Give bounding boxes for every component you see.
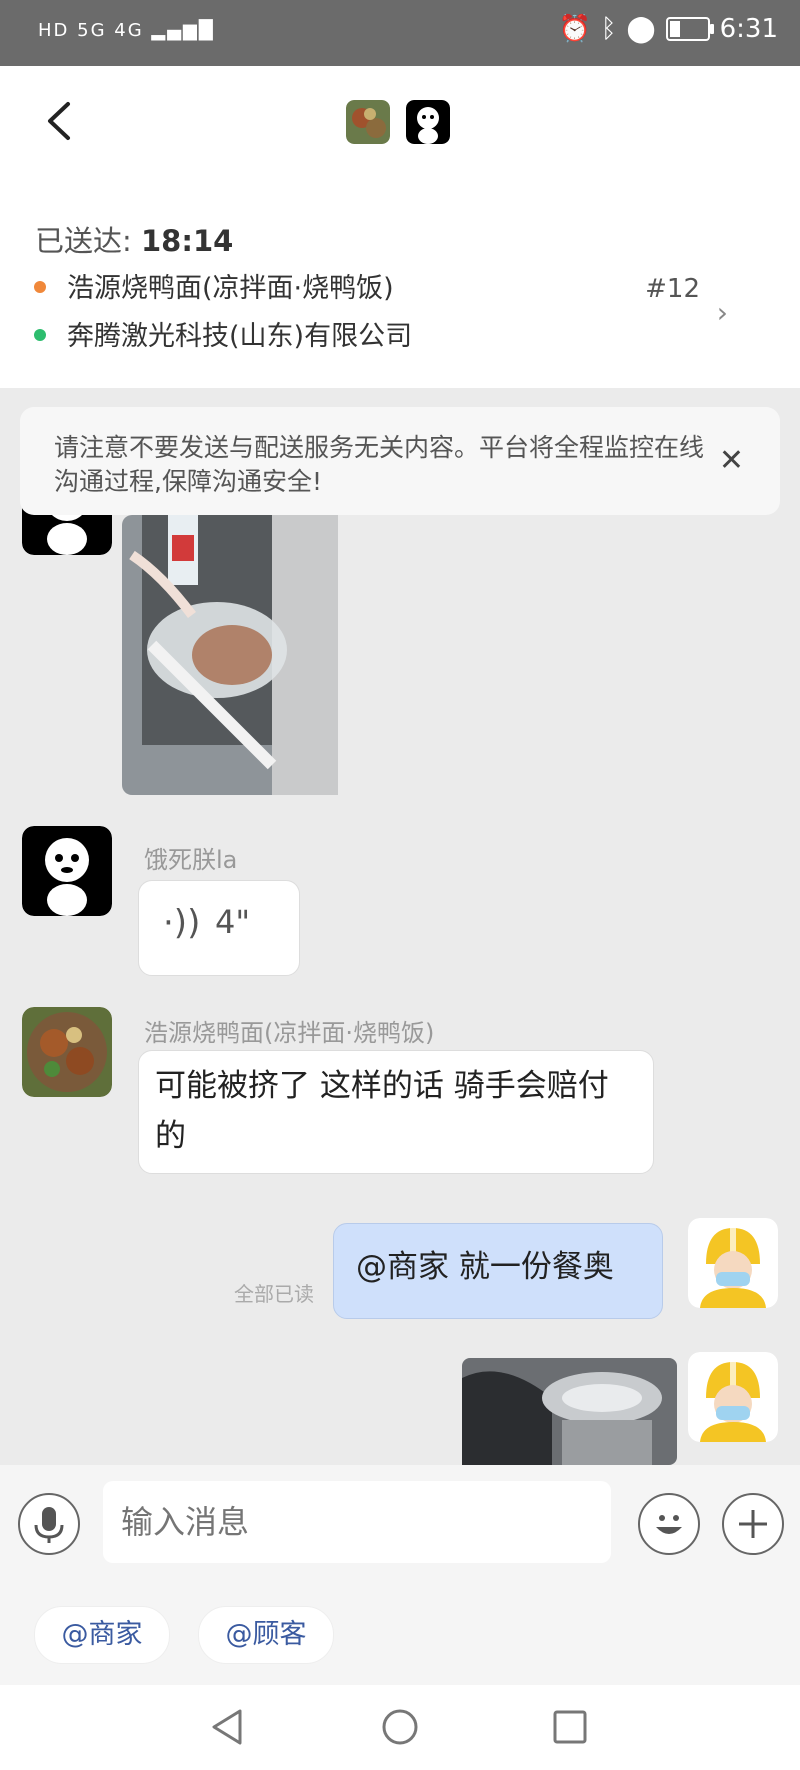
message-input[interactable] [103,1481,593,1563]
sender-name: 饿死朕la [144,846,238,874]
destination-dot [34,329,46,341]
notice-text: 请注意不要发送与配送服务无关内容。平台将全程监控在线沟通过程,保障沟通安全! [54,433,705,496]
nav-recents-icon[interactable] [550,1707,590,1747]
voice-duration: 4" [215,903,251,941]
safety-notice-banner: 请注意不要发送与配送服务无关内容。平台将全程监控在线沟通过程,保障沟通安全! ✕ [20,407,780,515]
customer-avatar[interactable] [22,826,112,916]
merchant-avatar[interactable] [22,1007,112,1097]
delivered-label: 已送达: [35,224,132,258]
merchant-dot [34,281,46,293]
sender-name: 浩源烧鸭面(凉拌面·烧鸭饭) [144,1019,435,1047]
chat-header [0,66,800,179]
mention-merchant-chip[interactable]: @商家 [34,1606,170,1664]
voice-input-button[interactable] [18,1493,80,1555]
bluetooth-icon: ᛒ [600,14,617,44]
back-arrow-icon[interactable] [40,98,80,144]
location-icon: ⬤ [626,14,656,44]
close-icon[interactable]: ✕ [719,443,744,478]
battery-icon [665,17,714,41]
chevron-right-icon[interactable]: › [717,296,728,329]
merchant-header-avatar[interactable] [346,100,390,144]
read-status: 全部已读 [234,1282,314,1306]
signal-indicators: HD 5G 4G [38,20,144,41]
customer-header-avatar[interactable] [406,100,450,144]
delivery-status: 已送达: 18:14 [35,218,233,260]
clock: 6:31 [719,14,778,44]
destination-address: 奔腾激光科技(山东)有限公司 [67,321,413,352]
delivered-time: 18:14 [141,224,234,258]
message-text: @商家 就一份餐奥 [356,1249,614,1285]
status-left-icons: HD 5G 4G ▂▄▆█ [38,20,215,41]
rider-avatar[interactable] [688,1218,778,1308]
alarm-icon: ⏰ [558,14,591,44]
more-options-button[interactable] [722,1493,784,1555]
status-right-group: ⏰ ᛒ ⬤ 6:31 [559,14,778,44]
scooter-photo[interactable] [462,1358,677,1465]
plus-icon [739,1510,767,1538]
nav-back-icon[interactable] [208,1707,248,1747]
emoji-button[interactable] [638,1493,700,1555]
chat-area[interactable]: 饿死朕la ·)) 4" 浩源烧鸭面(凉拌面·烧鸭饭) 可能被挤了 这样的话 骑… [0,388,800,1465]
status-bar: HD 5G 4G ▂▄▆█ ⏰ ᛒ ⬤ 6:31 [0,0,800,66]
merchant-name: 浩源烧鸭面(凉拌面·烧鸭饭) [67,273,394,304]
rider-avatar[interactable] [688,1352,778,1442]
signal-bars-icon: ▂▄▆█ [151,20,215,41]
microphone-icon [34,1507,64,1543]
voice-wave-icon: ·)) [163,903,201,943]
food-bag-photo[interactable] [122,515,338,795]
system-nav-bar [0,1685,800,1770]
my-message-bubble[interactable]: @商家 就一份餐奥 [333,1223,663,1319]
order-info-panel[interactable]: 已送达: 18:14 浩源烧鸭面(凉拌面·烧鸭饭) #12 › 奔腾激光科技(山… [0,178,800,388]
text-message-bubble[interactable]: 可能被挤了 这样的话 骑手会赔付的 [138,1050,654,1174]
message-input-container[interactable] [103,1481,611,1563]
message-text: 可能被挤了 这样的话 骑手会赔付的 [155,1068,609,1154]
mention-customer-chip[interactable]: @顾客 [198,1606,334,1664]
order-number: #12 [645,274,700,304]
smiley-icon [656,1515,682,1534]
voice-message-bubble[interactable]: ·)) 4" [138,880,300,976]
nav-home-icon[interactable] [380,1707,420,1747]
